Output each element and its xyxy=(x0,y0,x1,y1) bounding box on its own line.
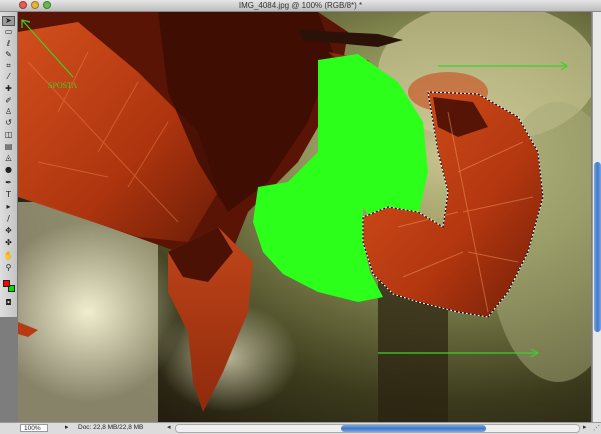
photo-image: SPOSTA xyxy=(18,12,591,422)
scroll-left-icon[interactable]: ◂ xyxy=(167,423,171,433)
resize-grip-icon[interactable]: ⋰ xyxy=(593,424,600,433)
quick-mask-icon[interactable]: ◘ xyxy=(2,298,15,308)
blur-tool-icon[interactable]: ◬ xyxy=(2,153,15,163)
eyedropper-tool-icon[interactable]: ⁄ xyxy=(2,72,15,82)
history-brush-tool-icon[interactable]: ↺ xyxy=(2,118,15,128)
shape-tool-icon[interactable]: / xyxy=(2,214,15,224)
horizontal-scroll-thumb[interactable] xyxy=(341,425,486,432)
document-size-info: Doc: 22,8 MB/22,8 MB xyxy=(78,424,144,431)
crop-tool-icon[interactable]: ⌗ xyxy=(2,61,15,71)
quick-selection-tool-icon[interactable]: ✎ xyxy=(2,50,15,60)
annotation-label: SPOSTA xyxy=(48,81,77,90)
marquee-tool-icon[interactable]: ▭ xyxy=(2,27,15,37)
lasso-tool-icon[interactable]: ℓ xyxy=(2,39,15,49)
pen-tool-icon[interactable]: ✒ xyxy=(2,178,15,188)
type-tool-icon[interactable]: T xyxy=(2,190,15,200)
3d-orbit-tool-icon[interactable]: ✤ xyxy=(2,238,15,248)
document-canvas[interactable]: SPOSTA xyxy=(18,12,591,422)
3d-rotate-tool-icon[interactable]: ✥ xyxy=(2,226,15,236)
status-bar: 100% ▸ Doc: 22,8 MB/22,8 MB ◂ ▸ ⋰ xyxy=(0,422,601,434)
dodge-tool-icon[interactable]: ● xyxy=(2,165,15,175)
document-title: IMG_4084.jpg @ 100% (RGB/8*) * xyxy=(238,1,363,10)
window-title-bar: IMG_4084.jpg @ 100% (RGB/8*) * xyxy=(0,0,601,12)
zoom-tool-icon[interactable]: ⚲ xyxy=(2,263,15,273)
move-tool-icon[interactable]: ➤ xyxy=(2,16,15,26)
scroll-right-icon[interactable]: ▸ xyxy=(583,423,587,433)
healing-brush-tool-icon[interactable]: ✚ xyxy=(2,84,15,94)
path-selection-tool-icon[interactable]: ▸ xyxy=(2,202,15,212)
horizontal-scrollbar[interactable] xyxy=(175,424,580,433)
vertical-scrollbar[interactable] xyxy=(592,12,601,422)
foreground-color-swatch[interactable] xyxy=(3,280,10,287)
tools-panel: ➤ ▭ ℓ ✎ ⌗ ⁄ ✚ ✐ ♙ ↺ ◫ ▤ ◬ ● ✒ T ▸ / ✥ ✤ ✋ ⚲ ◘ xyxy=(0,12,18,317)
brush-tool-icon[interactable]: ✐ xyxy=(2,96,15,106)
status-menu-arrow-icon[interactable]: ▸ xyxy=(65,423,69,433)
clone-stamp-tool-icon[interactable]: ♙ xyxy=(2,107,15,117)
zoom-level-field[interactable]: 100% xyxy=(20,424,48,432)
eraser-tool-icon[interactable]: ◫ xyxy=(2,130,15,140)
gradient-tool-icon[interactable]: ▤ xyxy=(2,142,15,152)
hand-tool-icon[interactable]: ✋ xyxy=(2,251,15,261)
vertical-scroll-thumb[interactable] xyxy=(594,162,601,332)
